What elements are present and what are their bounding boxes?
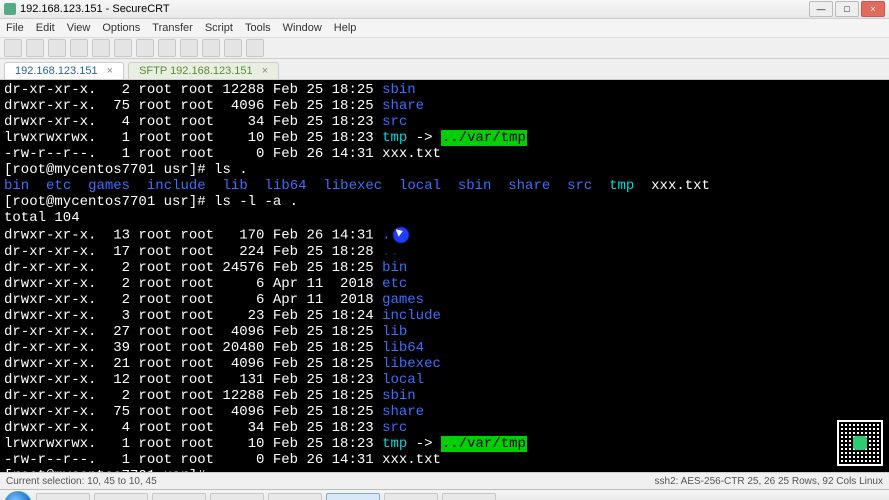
toolbar-button[interactable] bbox=[48, 39, 66, 57]
toolbar-button[interactable] bbox=[158, 39, 176, 57]
tab-session-sftp[interactable]: SFTP 192.168.123.151 × bbox=[128, 62, 279, 79]
status-connection: ssh2: AES-256-CTR 25, 26 25 Rows, 92 Col… bbox=[655, 476, 883, 487]
tab-label: 192.168.123.151 bbox=[15, 65, 98, 77]
tab-label: SFTP 192.168.123.151 bbox=[139, 65, 253, 77]
taskbar-item[interactable] bbox=[442, 493, 496, 500]
taskbar-item[interactable] bbox=[326, 493, 380, 500]
status-selection: Current selection: 10, 45 to 10, 45 bbox=[6, 476, 157, 487]
toolbar-button[interactable] bbox=[180, 39, 198, 57]
taskbar-item[interactable] bbox=[36, 493, 90, 500]
menu-view[interactable]: View bbox=[67, 22, 91, 34]
tab-close-icon[interactable]: × bbox=[262, 65, 268, 77]
terminal[interactable]: dr-xr-xr-x. 2 root root 12288 Feb 25 18:… bbox=[0, 80, 889, 472]
taskbar: ▲ bbox=[0, 489, 889, 500]
tabbar: 192.168.123.151 × SFTP 192.168.123.151 × bbox=[0, 59, 889, 80]
tab-session-active[interactable]: 192.168.123.151 × bbox=[4, 62, 124, 79]
menu-tools[interactable]: Tools bbox=[245, 22, 271, 34]
toolbar-button[interactable] bbox=[224, 39, 242, 57]
toolbar-button[interactable] bbox=[92, 39, 110, 57]
taskbar-item[interactable] bbox=[152, 493, 206, 500]
taskbar-item[interactable] bbox=[210, 493, 264, 500]
app-icon bbox=[4, 3, 16, 15]
taskbar-item[interactable] bbox=[268, 493, 322, 500]
toolbar-button[interactable] bbox=[136, 39, 154, 57]
tab-close-icon[interactable]: × bbox=[107, 65, 113, 77]
minimize-button[interactable]: — bbox=[809, 1, 833, 17]
toolbar-button[interactable] bbox=[246, 39, 264, 57]
menu-window[interactable]: Window bbox=[283, 22, 322, 34]
menu-edit[interactable]: Edit bbox=[36, 22, 55, 34]
maximize-button[interactable]: □ bbox=[835, 1, 859, 17]
taskbar-item[interactable] bbox=[384, 493, 438, 500]
qr-code-overlay bbox=[837, 420, 883, 466]
close-button[interactable]: × bbox=[861, 1, 885, 17]
menu-file[interactable]: File bbox=[6, 22, 24, 34]
menubar: File Edit View Options Transfer Script T… bbox=[0, 19, 889, 38]
titlebar: 192.168.123.151 - SecureCRT — □ × bbox=[0, 0, 889, 19]
toolbar-button[interactable] bbox=[4, 39, 22, 57]
menu-script[interactable]: Script bbox=[205, 22, 233, 34]
toolbar bbox=[0, 38, 889, 59]
menu-transfer[interactable]: Transfer bbox=[152, 22, 193, 34]
toolbar-button[interactable] bbox=[202, 39, 220, 57]
toolbar-button[interactable] bbox=[26, 39, 44, 57]
statusbar: Current selection: 10, 45 to 10, 45 ssh2… bbox=[0, 472, 889, 489]
menu-options[interactable]: Options bbox=[102, 22, 140, 34]
window-title: 192.168.123.151 - SecureCRT bbox=[20, 3, 170, 15]
menu-help[interactable]: Help bbox=[334, 22, 357, 34]
toolbar-button[interactable] bbox=[70, 39, 88, 57]
start-button[interactable] bbox=[4, 491, 32, 500]
taskbar-item[interactable] bbox=[94, 493, 148, 500]
toolbar-button[interactable] bbox=[114, 39, 132, 57]
